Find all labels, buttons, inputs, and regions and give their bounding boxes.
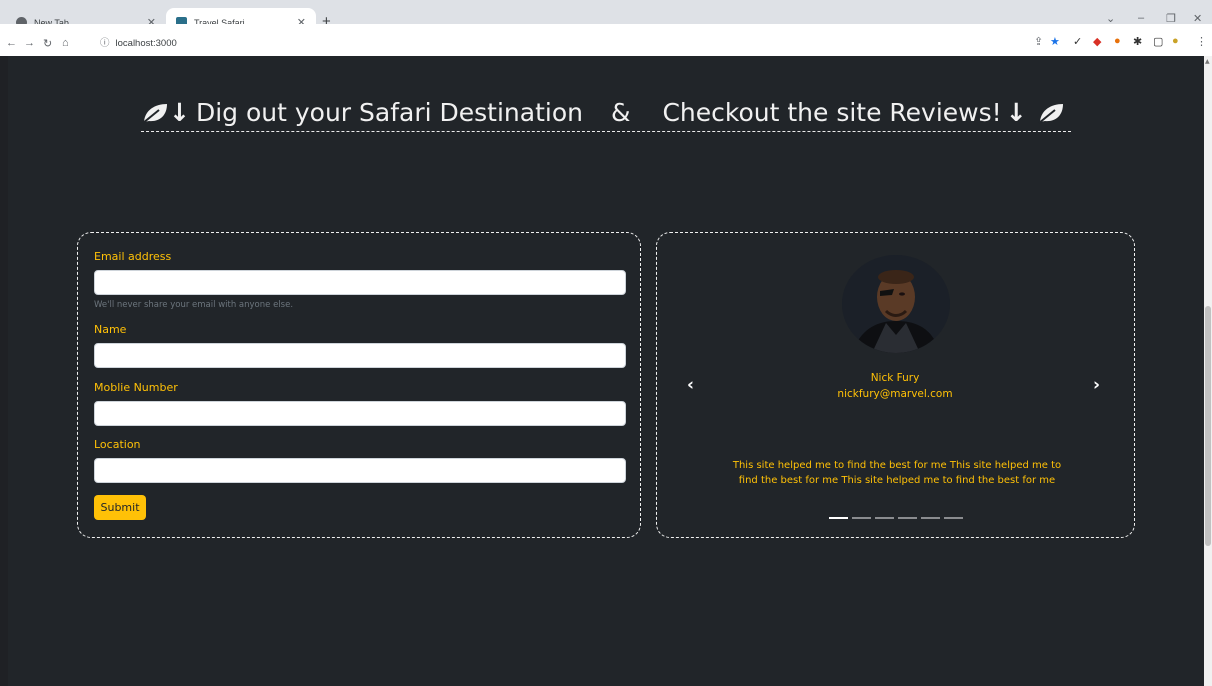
email-field[interactable] bbox=[94, 270, 626, 295]
email-label: Email address bbox=[94, 250, 172, 263]
share-icon[interactable]: ⇪ bbox=[1034, 35, 1043, 48]
arrow-down-icon: ↓ bbox=[1005, 98, 1027, 127]
menu-icon[interactable]: ⋮ bbox=[1196, 35, 1207, 48]
scroll-up-icon[interactable]: ▲ bbox=[1205, 58, 1210, 65]
location-label: Location bbox=[94, 438, 141, 451]
bookmark-star-icon[interactable]: ★ bbox=[1050, 35, 1060, 48]
leaf-icon bbox=[1038, 103, 1063, 124]
carousel-indicator[interactable] bbox=[898, 517, 917, 519]
name-label: Name bbox=[94, 323, 127, 336]
page-heading: ↓ Dig out your Safari Destination & Chec… bbox=[141, 94, 1071, 132]
review-carousel: ‹ › Nick Fury nickfury@marvel.com This s… bbox=[656, 232, 1135, 538]
reviewer-photo bbox=[842, 255, 950, 353]
page-viewport: ↓ Dig out your Safari Destination & Chec… bbox=[8, 56, 1204, 686]
leaf-icon bbox=[142, 103, 167, 124]
extensions-puzzle-icon[interactable]: ✱ bbox=[1133, 35, 1142, 48]
address-bar[interactable]: ⓘ localhost:3000 bbox=[100, 35, 177, 49]
heading-right-text: Checkout the site Reviews! bbox=[662, 98, 1002, 127]
carousel-indicator[interactable] bbox=[875, 517, 894, 519]
home-icon[interactable]: ⌂ bbox=[62, 37, 69, 49]
carousel-indicator[interactable] bbox=[829, 517, 848, 519]
profile-avatar-icon[interactable]: ● bbox=[1172, 35, 1179, 47]
mobile-label: Moblie Number bbox=[94, 381, 178, 394]
contact-form: Email address We'll never share your ema… bbox=[77, 232, 641, 538]
name-field[interactable] bbox=[94, 343, 626, 368]
side-panel-icon[interactable]: ▢ bbox=[1153, 35, 1163, 48]
minimize-button[interactable]: – bbox=[1138, 12, 1144, 24]
page-scrollbar[interactable]: ▲ bbox=[1204, 56, 1212, 686]
avatar bbox=[842, 255, 950, 353]
heading-left-text: Dig out your Safari Destination bbox=[195, 98, 583, 127]
extension-icon[interactable]: ● bbox=[1114, 35, 1121, 47]
back-icon[interactable]: ← bbox=[6, 37, 17, 49]
mobile-field[interactable] bbox=[94, 401, 626, 426]
review-text: This site helped me to find the best for… bbox=[732, 460, 1062, 486]
email-help-text: We'll never share your email with anyone… bbox=[94, 300, 294, 310]
heading-ampersand: & bbox=[610, 98, 631, 127]
arrow-down-icon: ↓ bbox=[169, 98, 190, 127]
reviewer-name: Nick Fury bbox=[870, 372, 920, 384]
carousel-indicators bbox=[829, 517, 963, 519]
location-field[interactable] bbox=[94, 458, 626, 483]
extension-icon[interactable]: ◆ bbox=[1093, 35, 1101, 48]
submit-button[interactable]: Submit bbox=[94, 495, 146, 520]
carousel-indicator[interactable] bbox=[921, 517, 940, 519]
carousel-indicator[interactable] bbox=[852, 517, 871, 519]
carousel-indicator[interactable] bbox=[944, 517, 963, 519]
browser-toolbar: ← → ↻ ⌂ ⓘ localhost:3000 ⇪ ★ ✓ ◆ ● ✱ ▢ ● … bbox=[0, 24, 1212, 56]
forward-icon[interactable]: → bbox=[24, 37, 35, 49]
check-extension-icon[interactable]: ✓ bbox=[1073, 35, 1082, 48]
reload-icon[interactable]: ↻ bbox=[43, 37, 52, 50]
scrollbar-thumb[interactable] bbox=[1205, 306, 1211, 546]
reviewer-email: nickfury@marvel.com bbox=[837, 388, 953, 400]
site-info-icon[interactable]: ⓘ bbox=[100, 38, 110, 49]
url-text: localhost:3000 bbox=[115, 38, 177, 49]
